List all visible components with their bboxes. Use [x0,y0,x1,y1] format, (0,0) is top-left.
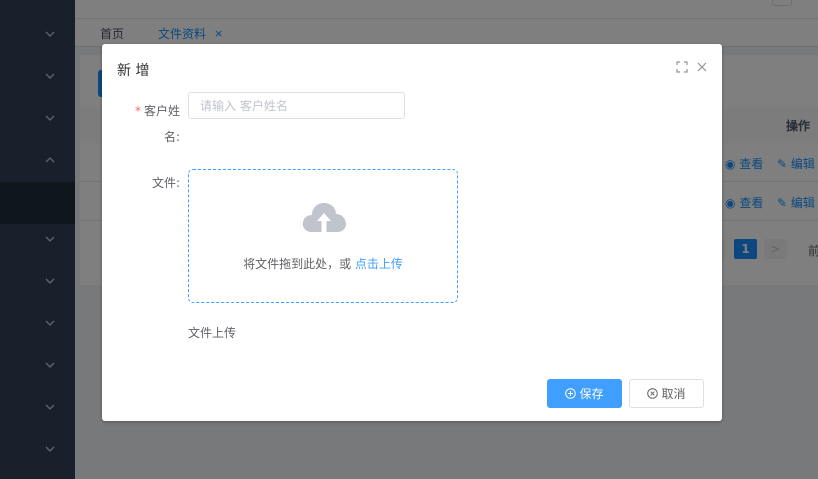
file-label: 文件: [151,176,180,190]
upload-link[interactable]: 点击上传 [355,257,403,271]
save-label: 保存 [579,387,604,401]
close-circle-icon [647,382,659,399]
cancel-button[interactable]: 取消 [629,379,704,408]
dialog-title: 新 增 [117,63,150,79]
save-button[interactable]: 保存 [547,379,622,408]
customer-name-label-text: 客户姓名: [143,104,180,144]
add-dialog: 新 增 *客户姓名: 文件: 将文件拖到此处，或 点击上传 文件上传 保存 取消 [102,44,722,421]
upload-dropzone[interactable]: 将文件拖到此处，或 点击上传 [188,169,458,303]
fullscreen-icon[interactable] [676,61,688,73]
customer-name-input[interactable] [188,92,405,119]
customer-name-label: * 客户姓名: [132,98,180,150]
required-mark: * [134,104,141,118]
upload-cloud-icon [300,198,348,238]
close-icon[interactable] [696,61,708,73]
upload-instructions: 将文件拖到此处，或 点击上传 [189,255,457,272]
upload-tip: 文件上传 [188,326,237,340]
plus-circle-icon [565,382,577,399]
upload-text: 将文件拖到此处，或 [243,257,355,271]
cancel-label: 取消 [661,387,686,401]
